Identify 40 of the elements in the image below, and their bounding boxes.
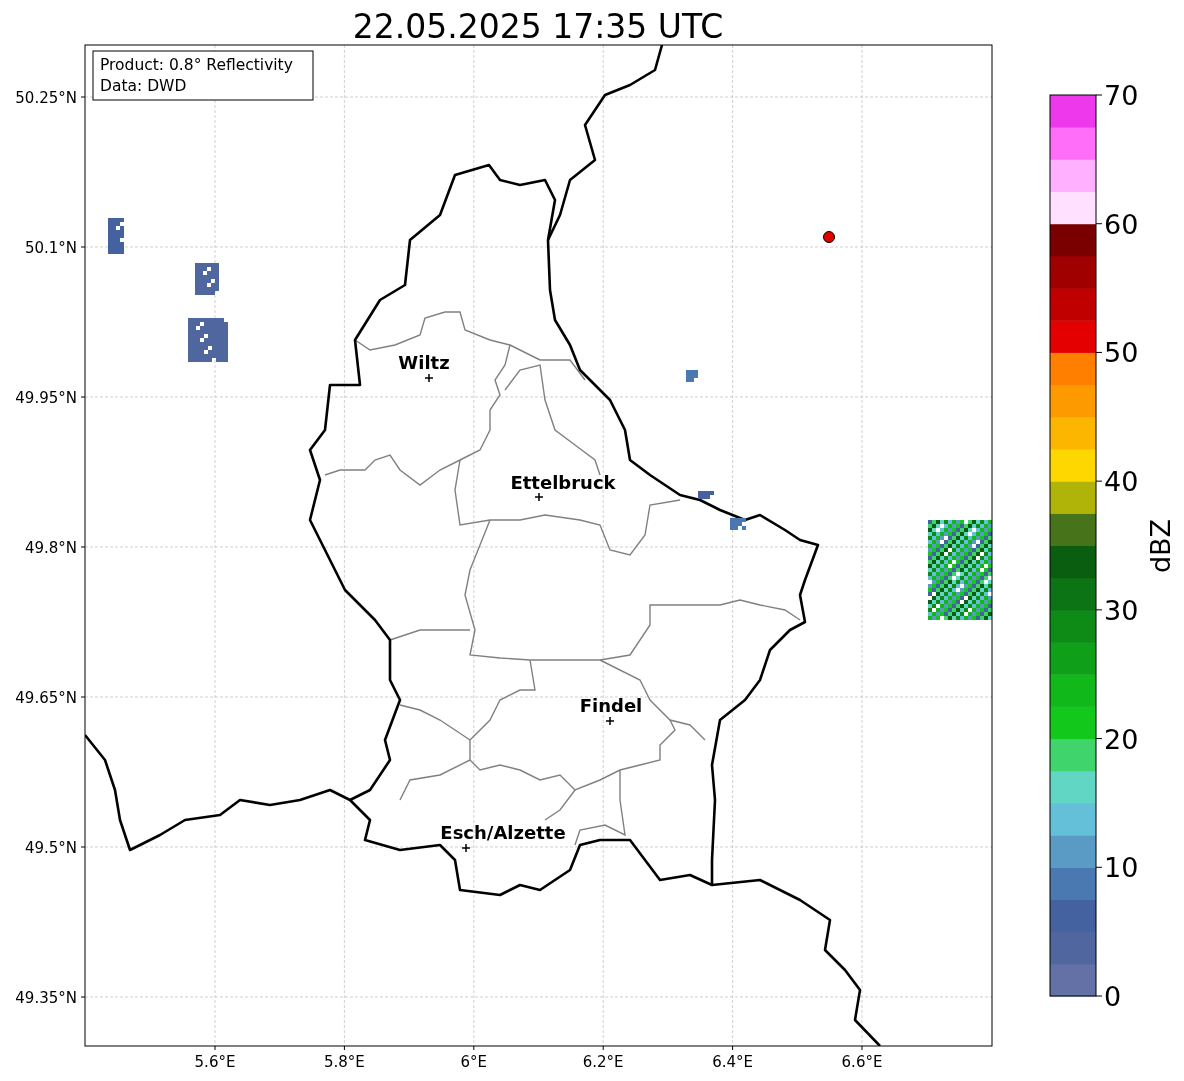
latitude-label: 49.65°N bbox=[15, 689, 77, 707]
colorbar-tick-label: 20 bbox=[1104, 723, 1139, 755]
info-text: Data: DWD bbox=[100, 77, 187, 95]
city-marker-icon bbox=[461, 843, 471, 853]
location-dot bbox=[823, 231, 835, 243]
city-label: Ettelbruck bbox=[510, 472, 616, 493]
city-marker-icon bbox=[605, 716, 615, 726]
city-label: Esch/Alzette bbox=[440, 822, 566, 843]
city-marker-icon bbox=[534, 492, 544, 502]
colorbar-tick-label: 10 bbox=[1104, 852, 1139, 884]
radar-echo-drawing bbox=[730, 518, 746, 530]
colorbar-title: dBZ bbox=[1145, 518, 1176, 574]
chart-title: 22.05.2025 17:35 UTC bbox=[352, 7, 724, 46]
longitude-label: 6.2°E bbox=[582, 1053, 624, 1071]
radar-echo-drawing bbox=[195, 263, 219, 295]
latitude-label: 49.8°N bbox=[24, 539, 77, 557]
longitude-label: 6.6°E bbox=[841, 1053, 883, 1071]
radar-echo-drawing bbox=[188, 318, 228, 362]
longitude-label: 6.4°E bbox=[712, 1053, 753, 1071]
city-marker-icon bbox=[424, 373, 434, 383]
longitude-label: 5.6°E bbox=[194, 1053, 236, 1071]
colorbar-tick-label: 50 bbox=[1104, 337, 1139, 369]
latitude-label: 49.95°N bbox=[15, 389, 77, 407]
colorbar-tick-label: 30 bbox=[1104, 594, 1139, 626]
longitude-label: 6°E bbox=[460, 1053, 488, 1071]
longitude-label: 5.8°E bbox=[324, 1053, 365, 1071]
city-label: Findel bbox=[579, 695, 643, 716]
colorbar-tick-label: 0 bbox=[1104, 981, 1122, 1012]
latitude-label: 49.35°N bbox=[15, 989, 77, 1007]
city-label: Wiltz bbox=[398, 352, 450, 373]
radar-echo-drawing bbox=[698, 491, 714, 499]
latitude-label: 50.1°N bbox=[24, 239, 77, 257]
colorbar-tick-label: 60 bbox=[1104, 208, 1139, 240]
radar-echo-drawing bbox=[686, 370, 698, 382]
info-text: Product: 0.8° Reflectivity bbox=[100, 56, 293, 74]
latitude-label: 50.25°N bbox=[15, 89, 77, 107]
radar-echo-drawing bbox=[108, 218, 124, 254]
latitude-label: 49.5°N bbox=[24, 839, 77, 857]
colorbar-tick-label: 70 bbox=[1104, 80, 1139, 111]
colorbar-tick-label: 40 bbox=[1104, 466, 1139, 498]
